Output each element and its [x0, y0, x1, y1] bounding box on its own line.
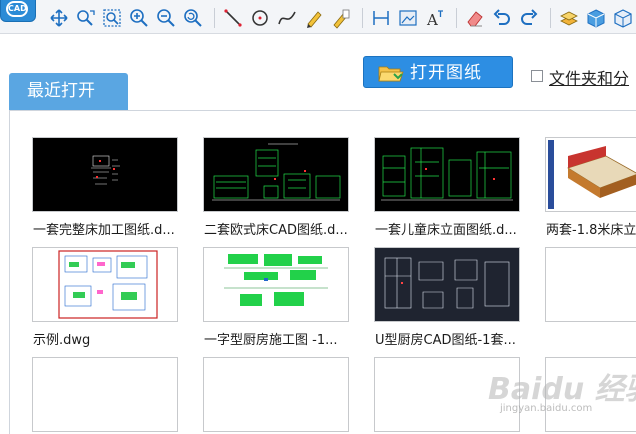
file-thumbnail-empty[interactable] [32, 357, 178, 432]
app-logo[interactable]: CAD [0, 0, 36, 22]
toolbar-separator [214, 8, 215, 28]
file-thumbnail[interactable] [32, 247, 178, 322]
open-drawing-label: 打开图纸 [410, 63, 482, 83]
measure-icon[interactable] [370, 7, 392, 29]
file-name[interactable]: 示例.dwg [33, 329, 183, 348]
file-name[interactable]: 一套完整床加工图纸.d... [33, 219, 183, 238]
watermark-sub: jingyan.baidu.com [500, 403, 593, 414]
image-icon[interactable] [397, 7, 419, 29]
file-name[interactable]: U型厨房CAD图纸-1套... [375, 329, 525, 348]
toolbar-separator [362, 8, 363, 28]
circle-icon[interactable] [249, 7, 271, 29]
layer-icon[interactable] [558, 7, 580, 29]
spline-icon[interactable] [276, 7, 298, 29]
zoom-in-icon[interactable] [128, 7, 150, 29]
zoom-window-icon[interactable] [74, 7, 96, 29]
zoom-previous-icon[interactable] [182, 7, 204, 29]
tab-recent[interactable]: 最近打开 [9, 73, 128, 110]
file-thumbnail-empty[interactable] [203, 357, 349, 432]
toolbar: CAD A [0, 0, 636, 34]
undo-icon[interactable] [491, 7, 513, 29]
file-thumbnail[interactable] [374, 247, 520, 322]
eraser-icon[interactable] [464, 7, 486, 29]
3d-cube-icon[interactable] [585, 7, 607, 29]
file-name[interactable]: 二套欧式床CAD图纸.d... [204, 219, 354, 238]
file-thumbnail[interactable] [203, 247, 349, 322]
pencil-icon[interactable] [303, 7, 325, 29]
redo-icon[interactable] [518, 7, 540, 29]
cad-app-window: CAD A 打开图纸 文件夹和分 最近打开 一套完整床加工图纸.d... 二套欧… [0, 0, 636, 434]
watermark-text: Baidu 经验 [488, 372, 636, 407]
file-name[interactable]: 一套儿童床立面图纸.d... [375, 219, 525, 238]
toolbar-separator [550, 8, 551, 28]
toolbar-separator [456, 8, 457, 28]
text-edit-icon[interactable] [330, 7, 352, 29]
text-style-icon[interactable]: A [424, 7, 446, 29]
folder-checkbox-label[interactable]: 文件夹和分 [549, 65, 629, 89]
zoom-extents-icon[interactable] [101, 7, 123, 29]
line-icon[interactable] [222, 7, 244, 29]
watermark: Baidu 经验 jingyan.baidu.com [488, 360, 636, 420]
open-drawing-button[interactable]: 打开图纸 [363, 56, 513, 88]
file-thumbnail[interactable] [203, 137, 349, 212]
file-name[interactable]: 两套-1.8米床立 [546, 219, 636, 238]
file-thumbnail[interactable] [32, 137, 178, 212]
3d-view-icon[interactable] [612, 7, 634, 29]
pan-icon[interactable] [48, 7, 70, 29]
file-thumbnail-empty[interactable] [545, 247, 636, 322]
file-thumbnail[interactable] [545, 137, 636, 212]
folder-checkbox[interactable] [531, 70, 543, 82]
folder-open-icon [378, 63, 404, 83]
file-thumbnail[interactable] [374, 137, 520, 212]
file-name[interactable]: 一字型厨房施工图 -1... [204, 329, 354, 348]
svg-text:A: A [426, 11, 438, 29]
zoom-out-icon[interactable] [155, 7, 177, 29]
